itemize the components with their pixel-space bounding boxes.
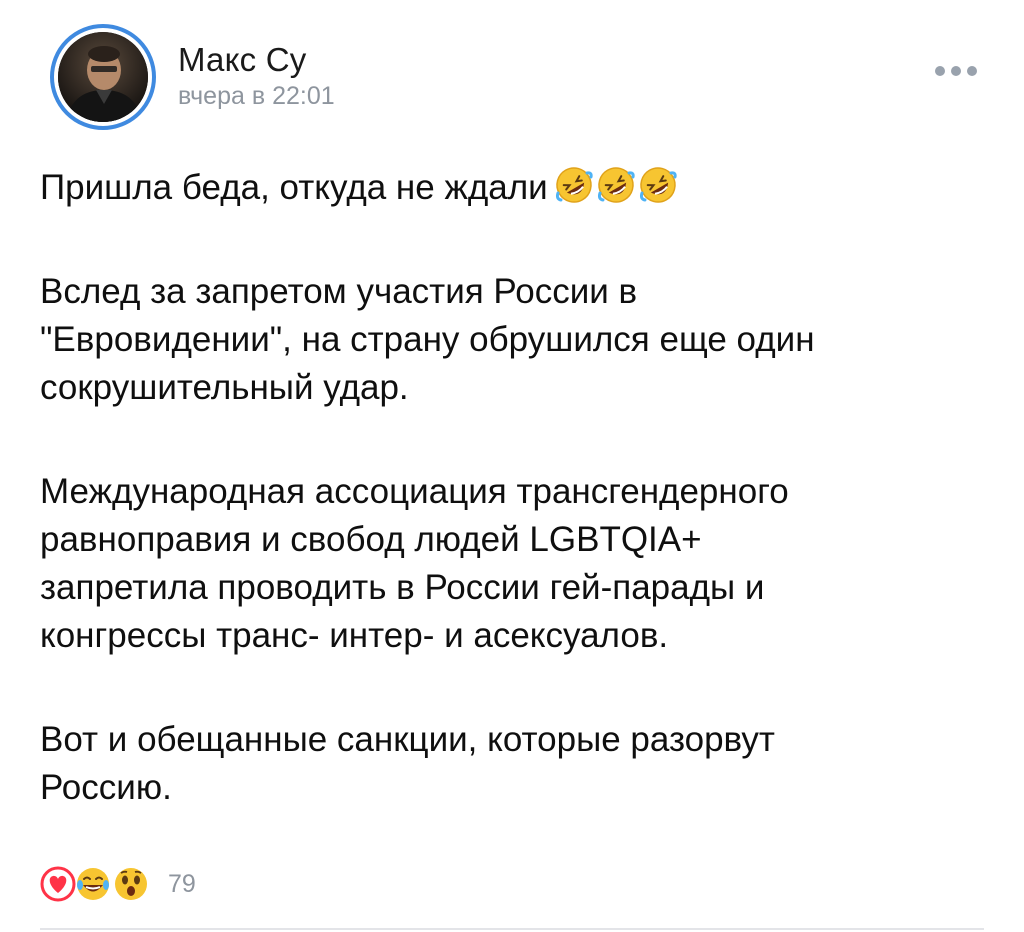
- emoji-group: [554, 165, 680, 205]
- reaction-icons: [38, 864, 160, 904]
- post-date[interactable]: вчера в 22:01: [178, 80, 335, 112]
- more-horizontal-icon: [935, 66, 977, 76]
- surprised-reaction-icon: [110, 864, 152, 909]
- post-text-line: конгрессы транс- интер- и асексуалов.: [40, 616, 669, 655]
- more-options-button[interactable]: [928, 58, 984, 84]
- author-name[interactable]: Макс Су: [178, 40, 335, 80]
- post-paragraph: Вот и обещанные санкции, которые разорву…: [40, 716, 1000, 812]
- post-text-line: Россию.: [40, 768, 172, 807]
- heart-reaction-icon: [38, 864, 80, 909]
- user-avatar-photo-icon: [58, 32, 148, 122]
- author-block: Макс Су вчера в 22:01: [178, 40, 335, 112]
- rolling-on-floor-laughing-emoji-icon: [555, 167, 593, 203]
- rolling-on-floor-laughing-emoji-icon: [597, 167, 635, 203]
- post-card: Макс Су вчера в 22:01 Пришла беда, откуд…: [0, 0, 1024, 932]
- post-text-line: равноправия и свобод людей LGBTQIA+: [40, 520, 702, 559]
- avatar[interactable]: [58, 32, 148, 122]
- post-header: Макс Су вчера в 22:01: [50, 22, 335, 132]
- post-text-line: Вслед за запретом участия России в: [40, 272, 638, 311]
- post-paragraph: Международная ассоциация трансгендерного…: [40, 468, 1000, 660]
- reaction-count: 79: [168, 869, 196, 898]
- avatar-story-ring[interactable]: [50, 24, 156, 130]
- post-divider: [40, 928, 984, 930]
- post-text-line: Вот и обещанные санкции, которые разорву…: [40, 720, 775, 759]
- post-text-line: Международная ассоциация трансгендерного: [40, 472, 789, 511]
- post-text-line: сокрушительный удар.: [40, 368, 409, 407]
- post-text-line: "Евровидении", на страну обрушился еще о…: [40, 320, 815, 359]
- post-text: Пришла беда, откуда не ждали Вслед за за…: [40, 164, 1000, 868]
- post-paragraph: Вслед за запретом участия России в "Евро…: [40, 268, 1000, 412]
- reactions-summary[interactable]: 79: [38, 864, 196, 904]
- post-text-line: Пришла беда, откуда не ждали: [40, 168, 548, 207]
- post-paragraph: Пришла беда, откуда не ждали: [40, 164, 1000, 212]
- rolling-on-floor-laughing-emoji-icon: [639, 167, 677, 203]
- post-text-line: запретила проводить в России гей-парады …: [40, 568, 765, 607]
